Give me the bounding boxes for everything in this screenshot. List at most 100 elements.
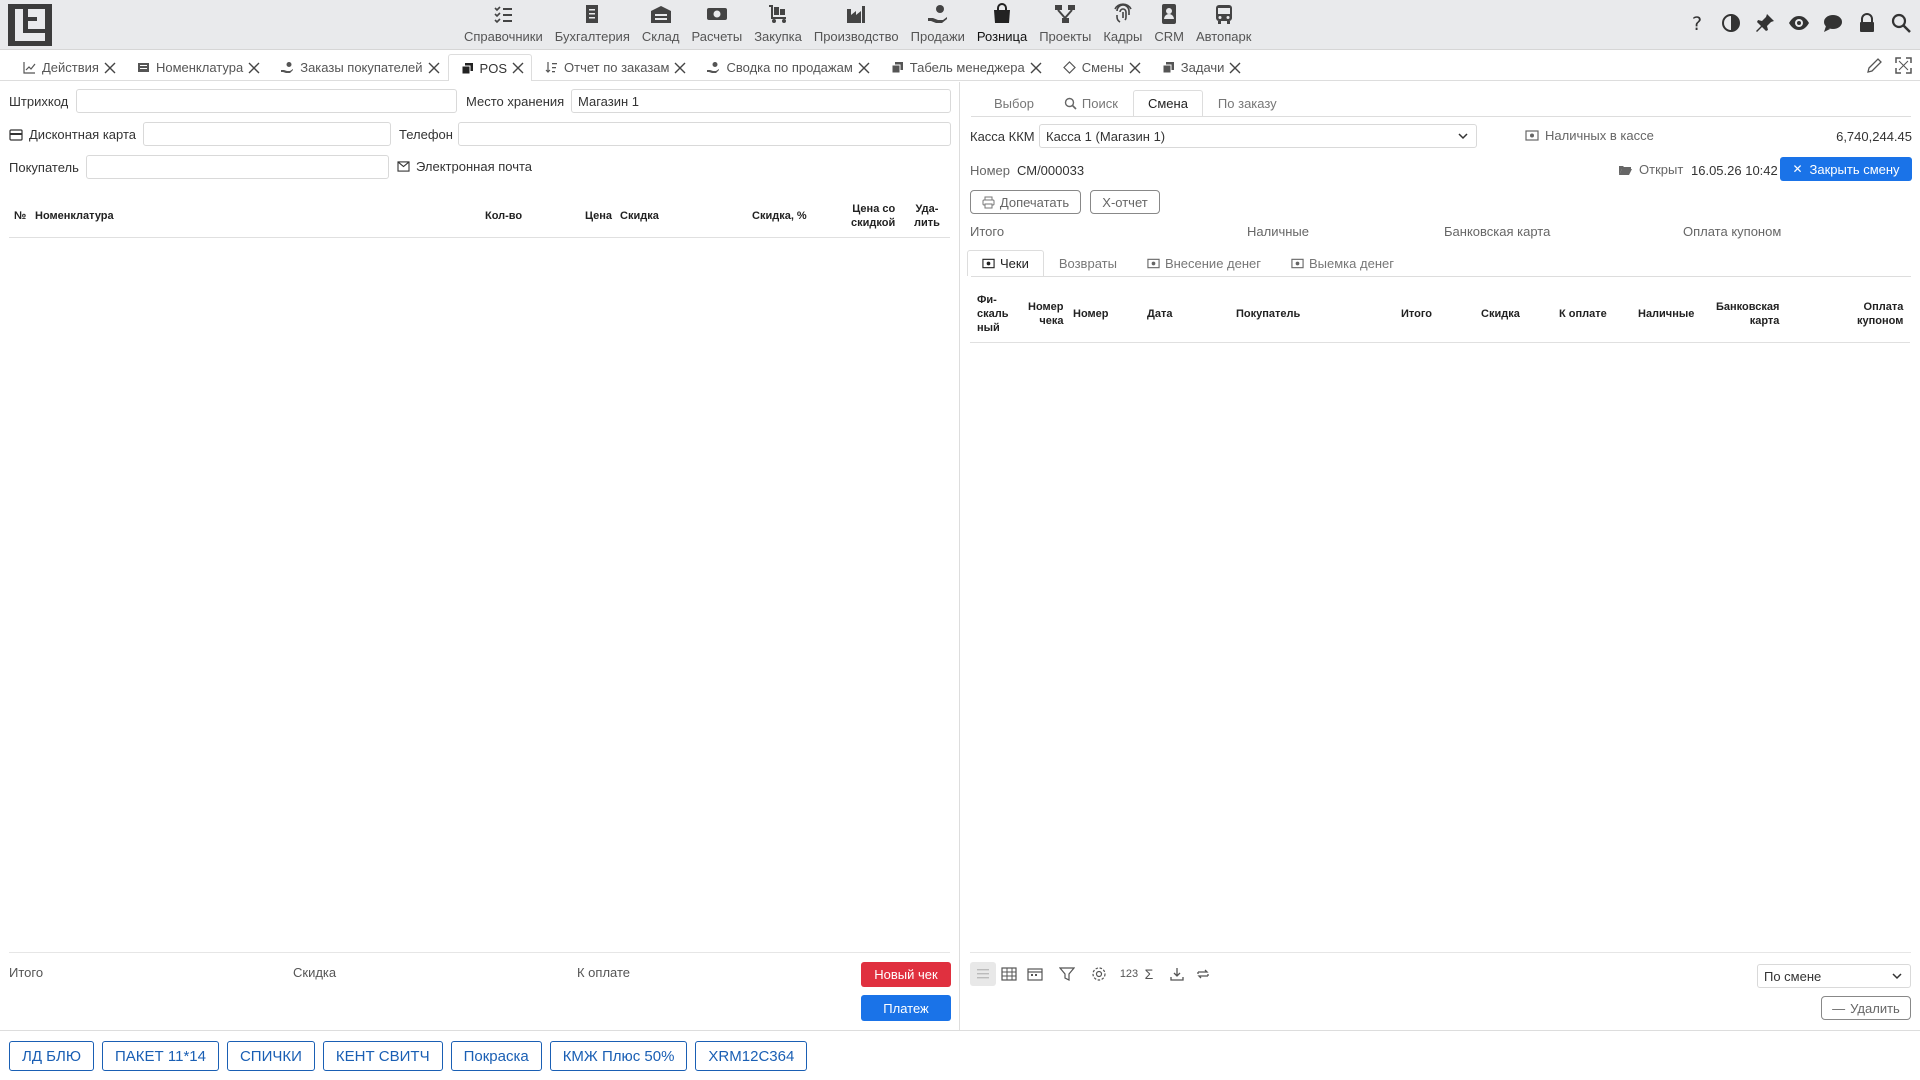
tabs: Действия Номенклатура Заказы покупателей…	[10, 54, 1249, 81]
tab-po-zakazu[interactable]: По заказу	[1203, 90, 1292, 116]
subtab-vyemka-deneg[interactable]: Выемка денег	[1276, 250, 1409, 276]
fullscreen-icon[interactable]	[1895, 57, 1912, 77]
list-view-icon[interactable]	[970, 962, 996, 986]
nav-buhgalteria[interactable]: Бухгалтерия	[549, 0, 636, 50]
period-filter-select[interactable]: По смене	[1757, 964, 1911, 988]
tab-nomenklatura[interactable]: Номенклатура	[124, 54, 268, 80]
download-icon[interactable]	[1164, 962, 1190, 986]
delete-button[interactable]: — Удалить	[1821, 996, 1911, 1020]
tab-zakazy-pokupatelei[interactable]: Заказы покупателей	[268, 54, 447, 80]
lock-icon[interactable]	[1856, 12, 1878, 34]
col-date: Дата	[1147, 308, 1173, 320]
kkm-select[interactable]: Касса 1 (Магазин 1)	[1039, 124, 1477, 148]
numbers-toggle-icon[interactable]: 123	[1118, 962, 1140, 986]
money-icon	[1147, 258, 1160, 269]
theme-contrast-icon[interactable]	[1720, 12, 1742, 34]
refresh-icon[interactable]	[1190, 962, 1216, 986]
card-icon	[9, 128, 23, 141]
subtab-vnesenie-deneg[interactable]: Внесение денег	[1132, 250, 1276, 276]
eye-icon[interactable]	[1788, 12, 1810, 34]
payment-button[interactable]: Платеж	[861, 995, 951, 1021]
shift-panel: Выбор Поиск Смена По заказу Касса ККМ Ка…	[961, 82, 1920, 1030]
summary-cash-label: Наличные	[1247, 224, 1309, 239]
grid-view-icon[interactable]	[996, 962, 1022, 986]
tab-smeny[interactable]: Смены	[1050, 54, 1149, 80]
nav-avtopark[interactable]: Автопарк	[1190, 0, 1258, 50]
nav-spravochniki[interactable]: Справочники	[458, 0, 549, 50]
quick-product-button[interactable]: ПАКЕТ 11*14	[102, 1041, 219, 1071]
tab-svodka-po-prodazham[interactable]: Сводка по продажам	[694, 54, 877, 80]
tab-poisk[interactable]: Поиск	[1049, 90, 1133, 116]
x-report-button[interactable]: Х-отчет	[1090, 190, 1160, 214]
tab-smena[interactable]: Смена	[1132, 90, 1203, 116]
quick-product-button[interactable]: ЛД БЛЮ	[9, 1041, 95, 1071]
quick-product-button[interactable]: Покраска	[450, 1041, 542, 1071]
quick-product-button[interactable]: СПИЧКИ	[226, 1041, 315, 1071]
close-shift-button[interactable]: ✕ Закрыть смену	[1780, 157, 1912, 181]
money-icon	[982, 258, 995, 269]
chat-icon[interactable]	[1822, 12, 1844, 34]
nav-raschety[interactable]: Расчеты	[685, 0, 748, 50]
new-check-button[interactable]: Новый чек	[861, 962, 951, 987]
nav-proizvodstvo[interactable]: Производство	[808, 0, 905, 50]
phone-input[interactable]	[458, 122, 951, 146]
nav-sklad[interactable]: Склад	[636, 0, 686, 50]
discount-card-input[interactable]	[143, 122, 391, 146]
checks-table-header: Фи- скаль ный Номер чека Номер Дата Поку…	[970, 285, 1910, 343]
tab-pos[interactable]: POS	[447, 54, 533, 81]
quick-product-button[interactable]: XRM12C364	[695, 1041, 808, 1071]
hand-coin-icon	[927, 5, 947, 23]
calendar-view-icon[interactable]	[1022, 962, 1048, 986]
subtab-cheki[interactable]: Чеки	[967, 250, 1044, 276]
pos-items-table-header: № Номенклатура Кол-во Цена Скидка Скидка…	[9, 194, 950, 238]
chart-line-icon	[23, 62, 36, 74]
tab-otchet-po-zakazam[interactable]: Отчет по заказам	[532, 54, 694, 80]
barcode-input[interactable]	[76, 89, 457, 113]
nav-prodazhi[interactable]: Продажи	[905, 0, 971, 50]
nav-kadry[interactable]: Кадры	[1097, 0, 1148, 50]
settings-gear-icon[interactable]	[1086, 962, 1112, 986]
tab-deistviya[interactable]: Действия	[10, 54, 124, 80]
search-icon[interactable]	[1890, 12, 1912, 34]
close-icon[interactable]	[1128, 61, 1142, 75]
warehouse-icon	[650, 6, 671, 23]
sum-sigma-icon[interactable]: Σ	[1140, 962, 1158, 986]
col-buyer: Покупатель	[1236, 308, 1301, 320]
shift-subtabs: Чеки Возвраты Внесение денег Выемка дене…	[967, 250, 1409, 276]
col-coupon: Оплата купоном	[1857, 301, 1904, 327]
close-icon[interactable]	[857, 61, 871, 75]
minus-icon: —	[1832, 1000, 1846, 1016]
quick-product-button[interactable]: КЕНТ СВИТЧ	[322, 1041, 443, 1071]
tab-vybor[interactable]: Выбор	[979, 90, 1049, 116]
edit-pencil-icon[interactable]	[1866, 57, 1883, 77]
close-icon[interactable]	[1029, 61, 1043, 75]
printer-icon	[982, 196, 995, 208]
close-icon[interactable]	[673, 61, 687, 75]
close-icon[interactable]	[427, 61, 441, 75]
filter-icon[interactable]	[1054, 962, 1080, 986]
nav-zakupka[interactable]: Закупка	[748, 0, 808, 50]
tab-tabel-menedzhera[interactable]: Табель менеджера	[878, 54, 1050, 80]
shift-subtabs-divider	[971, 276, 1911, 277]
col-discount: Скидка	[620, 210, 659, 222]
nav-crm[interactable]: CRM	[1148, 0, 1190, 50]
nav-proekty[interactable]: Проекты	[1033, 0, 1097, 50]
close-icon[interactable]	[1228, 61, 1242, 75]
close-icon[interactable]	[511, 61, 525, 75]
app-logo[interactable]	[8, 4, 52, 46]
storage-input[interactable]	[571, 89, 951, 113]
chevron-down-icon	[1892, 973, 1902, 980]
close-icon[interactable]	[247, 61, 261, 75]
help-icon[interactable]: ?	[1686, 12, 1708, 35]
reprint-button[interactable]: Допечатать	[970, 190, 1081, 214]
pin-icon[interactable]	[1754, 12, 1776, 34]
close-icon[interactable]	[103, 61, 117, 75]
buyer-input[interactable]	[86, 155, 389, 179]
subtab-vozvraty[interactable]: Возвраты	[1044, 250, 1132, 276]
quick-product-button[interactable]: КМЖ Плюс 50%	[549, 1041, 688, 1071]
cash-in-register-label: Наличных в кассе	[1525, 128, 1654, 143]
search-icon	[1064, 97, 1077, 110]
fingerprint-icon	[1114, 3, 1132, 23]
tab-zadachi[interactable]: Задачи	[1149, 54, 1250, 80]
nav-roznica[interactable]: Розница	[971, 0, 1033, 50]
